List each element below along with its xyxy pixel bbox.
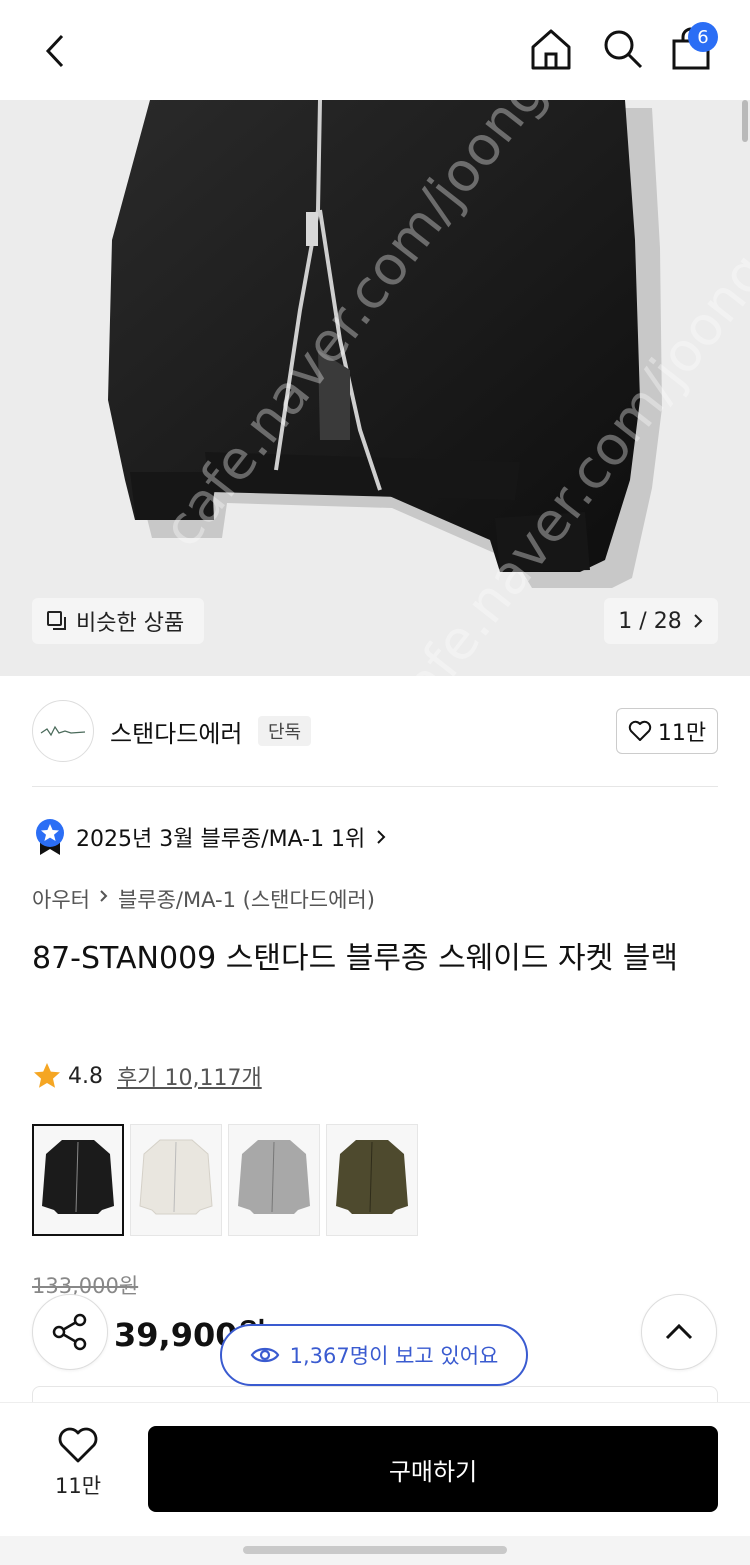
search-icon	[604, 30, 643, 69]
exclusive-badge: 단독	[258, 716, 312, 746]
reviews-link[interactable]: 후기 10,117개	[117, 1060, 262, 1092]
buy-button[interactable]: 구매하기	[148, 1426, 718, 1512]
brand-logo-mark	[40, 725, 86, 737]
similar-products-button[interactable]: 비슷한 상품	[32, 598, 204, 644]
viewers-badge: 1,367명이 보고 있어요	[220, 1324, 528, 1386]
cart-count-badge: 6	[688, 22, 718, 52]
brand-name[interactable]: 스탠다드에러	[110, 714, 242, 749]
chevron-up-icon	[665, 1323, 693, 1340]
chevron-right-icon	[100, 890, 108, 902]
wishlist-button[interactable]: 11만	[36, 1426, 120, 1500]
heart-icon	[628, 720, 652, 741]
viewers-text: 1,367명이 보고 있어요	[289, 1344, 499, 1368]
heart-icon	[58, 1427, 98, 1463]
search-button[interactable]	[596, 22, 650, 76]
color-options	[32, 1124, 418, 1236]
share-icon	[52, 1313, 87, 1351]
ranking-badge-icon	[36, 819, 64, 855]
share-button[interactable]	[32, 1294, 108, 1370]
jacket-thumbnail	[238, 1140, 310, 1214]
color-option-black[interactable]	[32, 1124, 124, 1236]
star-icon	[34, 1063, 60, 1088]
color-option-khaki[interactable]	[326, 1124, 418, 1236]
jacket-thumbnail	[336, 1140, 408, 1214]
similar-icon	[47, 611, 66, 630]
breadcrumb: 아우터 블루종/MA-1 (스탠다드에러)	[32, 884, 375, 914]
scroll-top-button[interactable]	[641, 1294, 717, 1370]
breadcrumb-category[interactable]: 아우터	[32, 884, 90, 914]
rating-row: 4.8 후기 10,117개	[32, 1060, 262, 1092]
chevron-right-icon	[377, 830, 386, 844]
top-navigation-bar: 6	[0, 0, 750, 142]
ranking-text: 2025년 3월 블루종/MA-1 1위	[76, 827, 366, 852]
product-image-gallery[interactable]: cafe.naver.com/joonggonara cafe.naver.co…	[0, 0, 750, 676]
color-option-gray[interactable]	[228, 1124, 320, 1236]
chevron-left-icon	[45, 34, 64, 68]
brand-like-count: 11만	[657, 721, 707, 746]
brand-like-button[interactable]: 11만	[616, 708, 718, 754]
divider	[32, 786, 718, 787]
chevron-right-icon	[693, 614, 703, 628]
breadcrumb-subcategory[interactable]: 블루종/MA-1 (스탠다드에러)	[118, 884, 375, 914]
image-pager-button[interactable]: 1 / 28	[604, 598, 718, 644]
original-price: 133,000원	[32, 1274, 139, 1298]
jacket-thumbnail	[42, 1140, 114, 1214]
jacket-thumbnail	[139, 1139, 213, 1215]
similar-products-label: 비슷한 상품	[76, 611, 185, 636]
product-image	[108, 100, 662, 588]
home-button[interactable]	[524, 22, 578, 76]
product-title: 87-STAN009 스탠다드 블루종 스웨이드 자켓 블랙	[32, 941, 678, 976]
rating-score: 4.8	[68, 1063, 103, 1089]
back-button[interactable]	[30, 26, 80, 76]
color-option-ivory[interactable]	[130, 1124, 222, 1236]
home-icon	[531, 29, 571, 70]
scrollbar[interactable]	[742, 100, 748, 142]
home-indicator[interactable]	[243, 1546, 507, 1554]
brand-logo[interactable]	[32, 700, 94, 762]
eye-icon	[250, 1347, 279, 1363]
ranking-link[interactable]: 2025년 3월 블루종/MA-1 1위	[34, 818, 387, 856]
wishlist-count: 11만	[54, 1474, 102, 1498]
brand-row: 스탠다드에러 단독 11만	[32, 700, 718, 762]
image-pager-label: 1 / 28	[618, 608, 682, 634]
